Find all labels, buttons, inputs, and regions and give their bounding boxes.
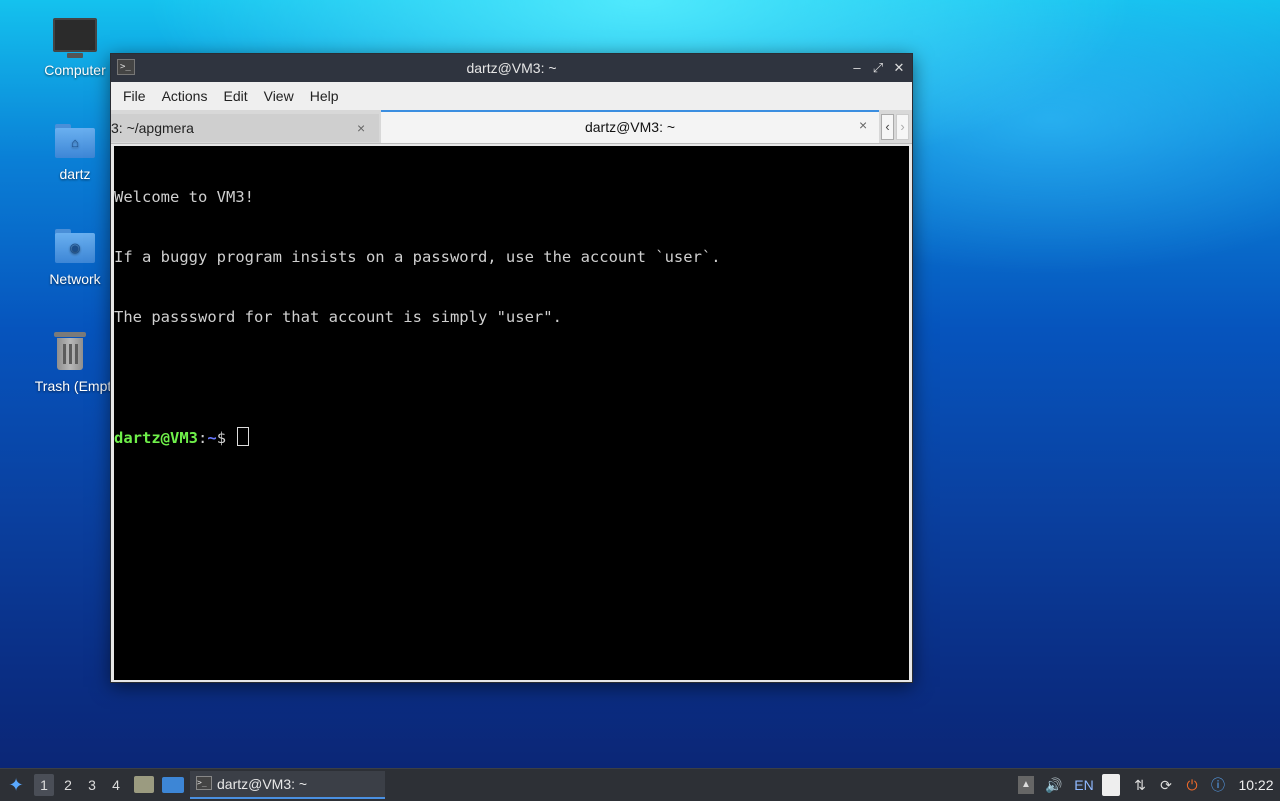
terminal-window: >_ dartz@VM3: ~ – ⤢ ✕ File Actions Edit … <box>110 53 913 683</box>
network-icon[interactable]: ⇅ <box>1130 775 1150 795</box>
menu-help[interactable]: Help <box>302 88 347 104</box>
minimize-button[interactable]: – <box>848 59 866 77</box>
menu-file[interactable]: File <box>115 88 154 104</box>
terminal-cursor <box>237 427 250 446</box>
terminal-line: Welcome to VM3! <box>114 188 254 206</box>
taskbar-task-terminal[interactable]: >_ dartz@VM3: ~ <box>190 771 385 799</box>
tab-close-icon[interactable]: × <box>859 117 867 133</box>
desktop-icon-trash[interactable]: Trash (Empt <box>20 332 120 394</box>
computer-icon <box>53 18 97 58</box>
window-titlebar[interactable]: >_ dartz@VM3: ~ – ⤢ ✕ <box>111 54 912 82</box>
menu-edit[interactable]: Edit <box>215 88 255 104</box>
update-icon[interactable]: ⟳ <box>1156 775 1176 795</box>
file-manager-launcher-icon[interactable] <box>134 776 154 793</box>
power-icon[interactable]: ⏻ <box>1182 775 1202 795</box>
start-menu-icon[interactable]: ✦ <box>4 773 28 797</box>
menu-bar: File Actions Edit View Help <box>111 82 912 110</box>
task-label: dartz@VM3: ~ <box>217 776 308 792</box>
maximize-button[interactable]: ⤢ <box>869 59 887 77</box>
tab-scroll-right-button[interactable]: › <box>896 114 909 140</box>
prompt-symbol: $ <box>216 429 236 447</box>
tab-label: dartz@VM3: ~ <box>584 119 676 135</box>
trash-icon <box>54 332 86 370</box>
tab-dartz[interactable]: dartz@VM3: ~ × <box>381 110 879 143</box>
show-desktop-icon[interactable] <box>162 777 184 793</box>
home-folder-icon: ⌂ <box>55 124 95 158</box>
terminal-line: The passsword for that account is simply… <box>114 308 562 326</box>
close-button[interactable]: ✕ <box>890 59 908 77</box>
volume-icon[interactable]: 🔊 <box>1044 775 1064 795</box>
network-folder-icon: ◉ <box>55 229 95 263</box>
window-title: dartz@VM3: ~ <box>466 60 557 76</box>
terminal-prompt-line[interactable]: dartz@VM3:~$ <box>114 427 909 447</box>
tab-close-icon[interactable]: × <box>357 120 365 136</box>
tab-scroll-left-button[interactable]: ‹ <box>881 114 894 140</box>
workspace-2[interactable]: 2 <box>58 774 78 796</box>
desktop-icon-label: Trash (Empt <box>34 378 112 394</box>
terminal-line: If a buggy program insists on a password… <box>114 248 721 266</box>
menu-actions[interactable]: Actions <box>154 88 216 104</box>
taskbar: ✦ 1 2 3 4 >_ dartz@VM3: ~ ▲ 🔊 EN ⇅ ⟳ ⏻ ⓘ… <box>0 768 1280 801</box>
prompt-separator: : <box>198 429 208 447</box>
tray-eject-icon[interactable]: ▲ <box>1018 776 1034 794</box>
tab-apgmera[interactable]: 3: ~/apgmera × <box>111 114 379 142</box>
clipboard-icon[interactable] <box>1102 774 1120 796</box>
terminal-output[interactable]: Welcome to VM3! If a buggy program insis… <box>114 146 909 680</box>
prompt-path: ~ <box>207 429 217 447</box>
workspace-1[interactable]: 1 <box>34 774 54 796</box>
keyboard-layout-indicator[interactable]: EN <box>1072 775 1096 795</box>
notification-icon[interactable]: ⓘ <box>1208 775 1228 795</box>
prompt-user: dartz@VM3 <box>114 429 198 447</box>
tab-bar: 3: ~/apgmera × dartz@VM3: ~ × ‹ › <box>111 110 912 144</box>
clock[interactable]: 10:22 <box>1234 775 1278 795</box>
workspace-4[interactable]: 4 <box>106 774 126 796</box>
tab-label: 3: ~/apgmera <box>111 120 194 136</box>
workspace-3[interactable]: 3 <box>82 774 102 796</box>
menu-view[interactable]: View <box>256 88 302 104</box>
terminal-task-icon: >_ <box>196 776 212 790</box>
